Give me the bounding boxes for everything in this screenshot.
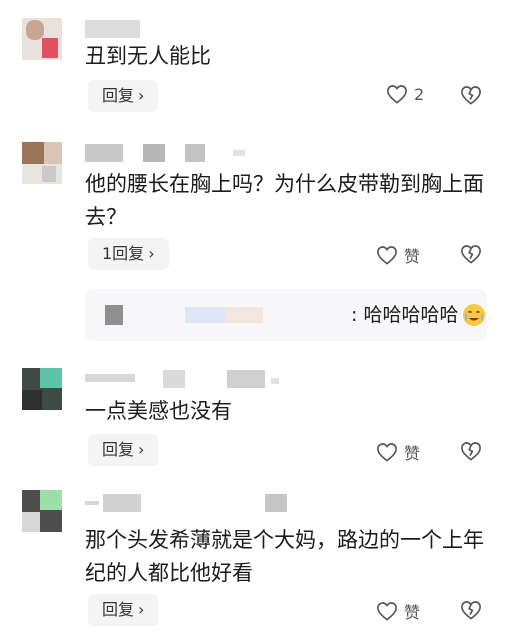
like-count: 2 xyxy=(414,84,425,104)
dislike-button[interactable] xyxy=(460,244,482,264)
username-blurred[interactable] xyxy=(85,494,295,512)
chevron-right-icon: › xyxy=(138,600,145,619)
like-button[interactable]: 赞 xyxy=(376,599,420,623)
like-button[interactable]: 赞 xyxy=(376,243,420,267)
chevron-right-icon: › xyxy=(148,244,155,263)
reply-button[interactable]: 1回复 › xyxy=(88,238,169,270)
username-blurred[interactable] xyxy=(85,144,255,162)
username-blurred[interactable] xyxy=(85,20,145,38)
comment-text: 他的腰长在胸上吗？为什么皮带勒到胸上面去？ xyxy=(85,172,484,229)
reply-button[interactable]: 回复 › xyxy=(88,434,159,466)
sub-reply-text-row: : 哈哈哈哈哈 xyxy=(351,301,486,329)
heart-icon xyxy=(377,443,397,462)
like-button[interactable]: 2 xyxy=(386,84,424,104)
crying-face-emoji xyxy=(463,304,486,326)
broken-heart-icon xyxy=(461,245,481,264)
broken-heart-icon xyxy=(461,86,481,105)
chevron-right-icon: › xyxy=(138,440,145,459)
dislike-button[interactable] xyxy=(460,441,482,461)
comment-text: 那个头发希薄就是个大妈，路边的一个上年纪的人都比他好看 xyxy=(85,528,484,585)
comment-text: 一点美感也没有 xyxy=(85,399,232,423)
comment-text: 丑到无人能比 xyxy=(85,44,211,68)
avatar[interactable] xyxy=(22,18,62,60)
reply-label: 回复 xyxy=(102,440,135,459)
sub-reply-text: : 哈哈哈哈哈 xyxy=(351,304,459,326)
heart-icon xyxy=(387,85,407,104)
reply-label: 回复 xyxy=(102,600,135,619)
heart-icon xyxy=(377,246,397,265)
heart-icon xyxy=(377,602,397,621)
broken-heart-icon xyxy=(461,442,481,461)
avatar[interactable] xyxy=(22,490,62,532)
sub-reply-username-blurred xyxy=(185,307,345,323)
sub-reply-avatar xyxy=(105,305,123,325)
username-blurred[interactable] xyxy=(85,370,285,388)
reply-label: 1回复 xyxy=(102,244,145,263)
reply-button[interactable]: 回复 › xyxy=(88,594,159,626)
avatar[interactable] xyxy=(22,142,62,184)
like-button[interactable]: 赞 xyxy=(376,440,420,464)
reply-button[interactable]: 回复 › xyxy=(88,80,159,112)
like-label: 赞 xyxy=(404,444,421,463)
reply-label: 回复 xyxy=(102,86,135,105)
like-label: 赞 xyxy=(404,247,421,266)
chevron-right-icon: › xyxy=(138,86,145,105)
dislike-button[interactable] xyxy=(460,600,482,620)
dislike-button[interactable] xyxy=(460,85,482,105)
sub-reply[interactable]: : 哈哈哈哈哈 xyxy=(85,289,487,341)
avatar[interactable] xyxy=(22,368,62,410)
like-label: 赞 xyxy=(404,603,421,622)
broken-heart-icon xyxy=(461,601,481,620)
